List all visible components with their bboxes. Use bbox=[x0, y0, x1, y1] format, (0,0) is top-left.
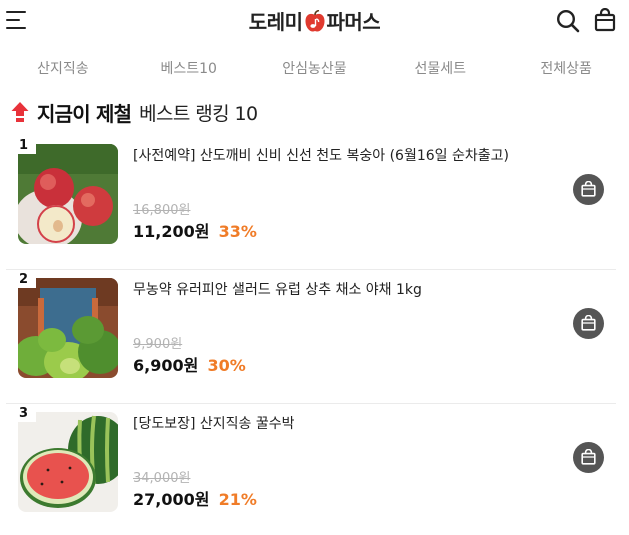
shopping-bag-icon bbox=[581, 181, 596, 197]
red-flame-icon bbox=[11, 102, 29, 122]
shopping-bag-icon bbox=[581, 449, 596, 465]
original-price: 9,900원 bbox=[133, 337, 183, 352]
add-to-cart-button[interactable] bbox=[573, 174, 604, 205]
sale-price: 11,200원 bbox=[133, 222, 210, 241]
rank-number: 2 bbox=[12, 272, 36, 288]
nav-item-safe-produce[interactable]: 안심농산물 bbox=[252, 54, 378, 84]
product-name[interactable]: 무농약 유러피안 샐러드 유럽 상추 채소 야채 1kg bbox=[133, 280, 563, 300]
apple-note-icon bbox=[304, 9, 326, 39]
product-item[interactable]: 1 [사전예약] 산도깨비 신비 신선 천도 복숭아 (6월16일 순차출고) … bbox=[6, 136, 616, 270]
discount-rate: 30% bbox=[207, 356, 246, 375]
price-row: 27,000원 21% bbox=[133, 486, 257, 510]
product-image-lettuce[interactable] bbox=[18, 278, 118, 378]
original-price: 34,000원 bbox=[133, 471, 191, 486]
ranking-title-strong: 지금이 제철 bbox=[37, 101, 132, 126]
sale-price: 6,900원 bbox=[133, 356, 199, 375]
product-item[interactable]: 3 [당도보장] 산지직송 꿀수박 34,000원 27,000원 21% bbox=[6, 404, 616, 535]
nav-item-all-products[interactable]: 전체상품 bbox=[503, 54, 629, 84]
price-row: 6,900원 30% bbox=[133, 352, 246, 376]
product-item[interactable]: 2 무농약 유러피안 샐러드 유럽 상추 채소 야채 1kg 9,900원 6,… bbox=[6, 270, 616, 404]
rank-number: 1 bbox=[12, 138, 36, 154]
rank-number: 3 bbox=[12, 406, 36, 422]
ranking-title-light: 베스트 랭킹 10 bbox=[139, 102, 258, 125]
category-nav: 산지직송 베스트10 안심농산물 선물세트 전체상품 bbox=[0, 54, 629, 84]
shopping-bag-icon[interactable] bbox=[594, 7, 616, 32]
original-price: 16,800원 bbox=[133, 203, 191, 218]
app-header: 도레미 파머스 bbox=[0, 0, 629, 42]
add-to-cart-button[interactable] bbox=[573, 442, 604, 473]
shopping-bag-icon bbox=[581, 315, 596, 331]
search-icon[interactable] bbox=[556, 9, 580, 33]
brand-name-part1: 도레미 bbox=[248, 10, 303, 34]
add-to-cart-button[interactable] bbox=[573, 308, 604, 339]
brand-logo[interactable]: 도레미 파머스 bbox=[0, 6, 629, 39]
brand-name-part2: 파머스 bbox=[326, 10, 381, 34]
discount-rate: 21% bbox=[218, 490, 257, 509]
price-row: 11,200원 33% bbox=[133, 218, 257, 242]
discount-rate: 33% bbox=[218, 222, 257, 241]
product-name[interactable]: [당도보장] 산지직송 꿀수박 bbox=[133, 414, 563, 434]
nav-item-best10[interactable]: 베스트10 bbox=[126, 54, 252, 84]
product-image-peaches[interactable] bbox=[18, 144, 118, 244]
nav-item-gift-sets[interactable]: 선물세트 bbox=[377, 54, 503, 84]
product-image-watermelon[interactable] bbox=[18, 412, 118, 512]
product-name[interactable]: [사전예약] 산도깨비 신비 신선 천도 복숭아 (6월16일 순차출고) bbox=[133, 146, 563, 166]
nav-item-direct-from-farm[interactable]: 산지직송 bbox=[0, 54, 126, 84]
sale-price: 27,000원 bbox=[133, 490, 210, 509]
ranking-section-title: 지금이 제철 베스트 랭킹 10 bbox=[10, 98, 258, 126]
